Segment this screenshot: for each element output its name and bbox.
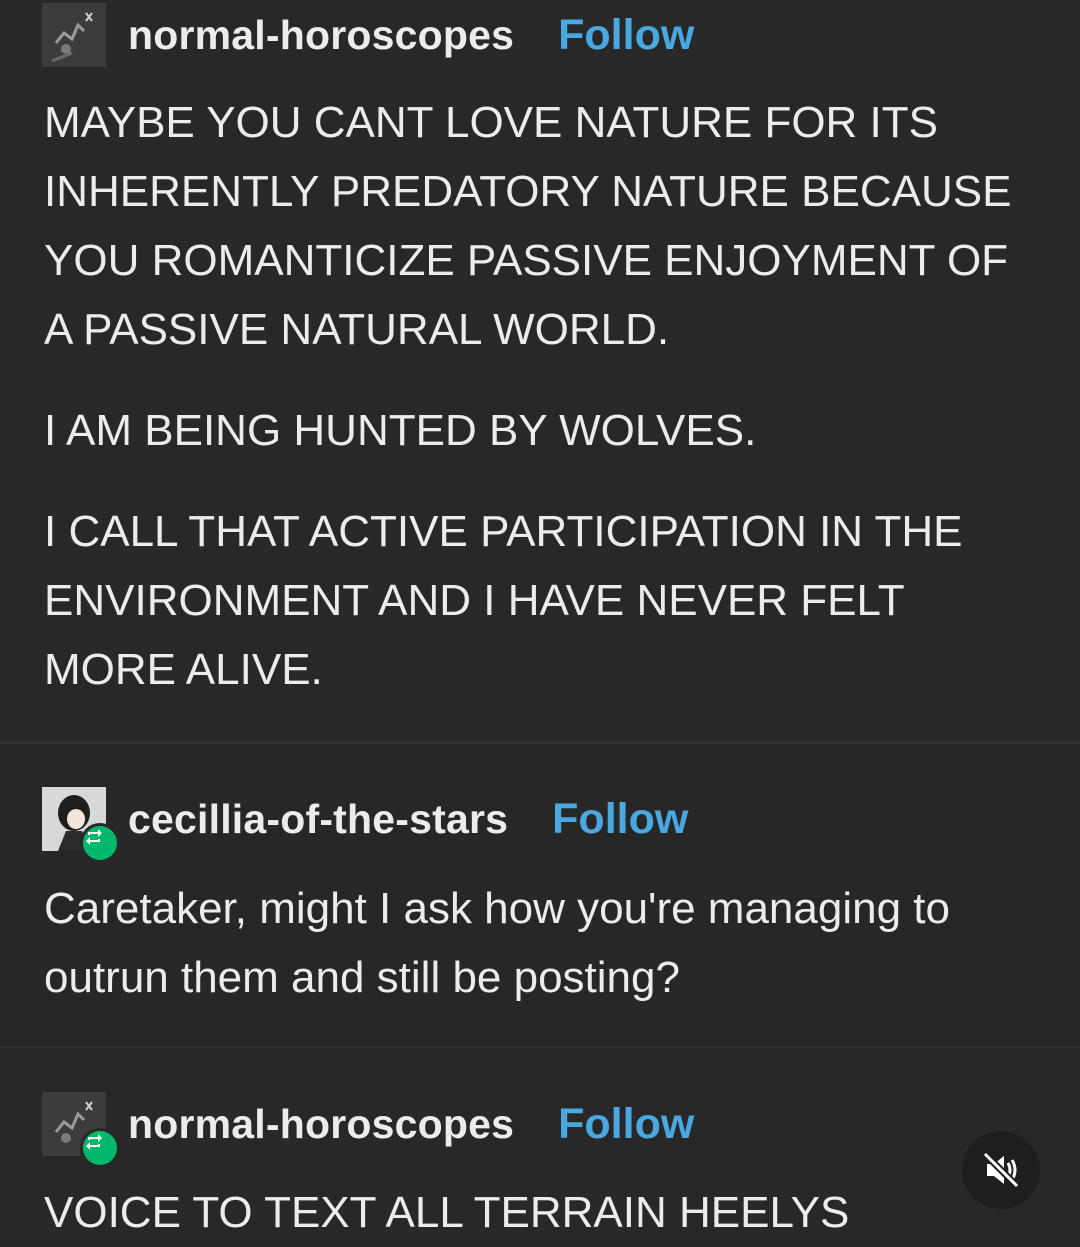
follow-button[interactable]: Follow [558,11,694,60]
post-paragraph: I CALL THAT ACTIVE PARTICIPATION IN THE … [44,507,963,694]
follow-button[interactable]: Follow [558,1100,694,1149]
post-reblog: cecillia-of-the-stars Follow Caretaker, … [0,744,1080,1046]
reblog-icon [80,1128,120,1168]
post-body: VOICE TO TEXT ALL TERRAIN HEELYS [44,1178,1044,1247]
follow-button[interactable]: Follow [552,795,688,844]
post-body: MAYBE YOU CANT LOVE NATURE FOR ITS INHER… [44,88,1044,704]
post-reblog: normal-horoscopes Follow VOICE TO TEXT A… [0,1048,1080,1242]
username[interactable]: normal-horoscopes [128,12,514,59]
avatar[interactable] [42,1092,120,1168]
speaker-muted-icon [982,1151,1020,1189]
post-paragraph: Caretaker, might I ask how you're managi… [44,884,950,1002]
post-paragraph: MAYBE YOU CANT LOVE NATURE FOR ITS INHER… [44,98,1012,354]
post-header: normal-horoscopes Follow [42,2,694,68]
post-original: normal-horoscopes Follow MAYBE YOU CANT … [0,0,1080,742]
reblog-icon [80,823,120,863]
username[interactable]: cecillia-of-the-stars [128,796,508,843]
post-paragraph: I AM BEING HUNTED BY WOLVES. [44,406,757,455]
avatar-image [42,3,106,67]
post-header: normal-horoscopes Follow [42,1091,694,1168]
avatar[interactable] [42,3,106,67]
mute-button[interactable] [962,1131,1040,1209]
username[interactable]: normal-horoscopes [128,1101,514,1148]
post-header: cecillia-of-the-stars Follow [42,786,688,863]
post-body: Caretaker, might I ask how you're managi… [44,874,1044,1012]
avatar[interactable] [42,787,120,863]
post-paragraph: VOICE TO TEXT ALL TERRAIN HEELYS [44,1188,850,1237]
